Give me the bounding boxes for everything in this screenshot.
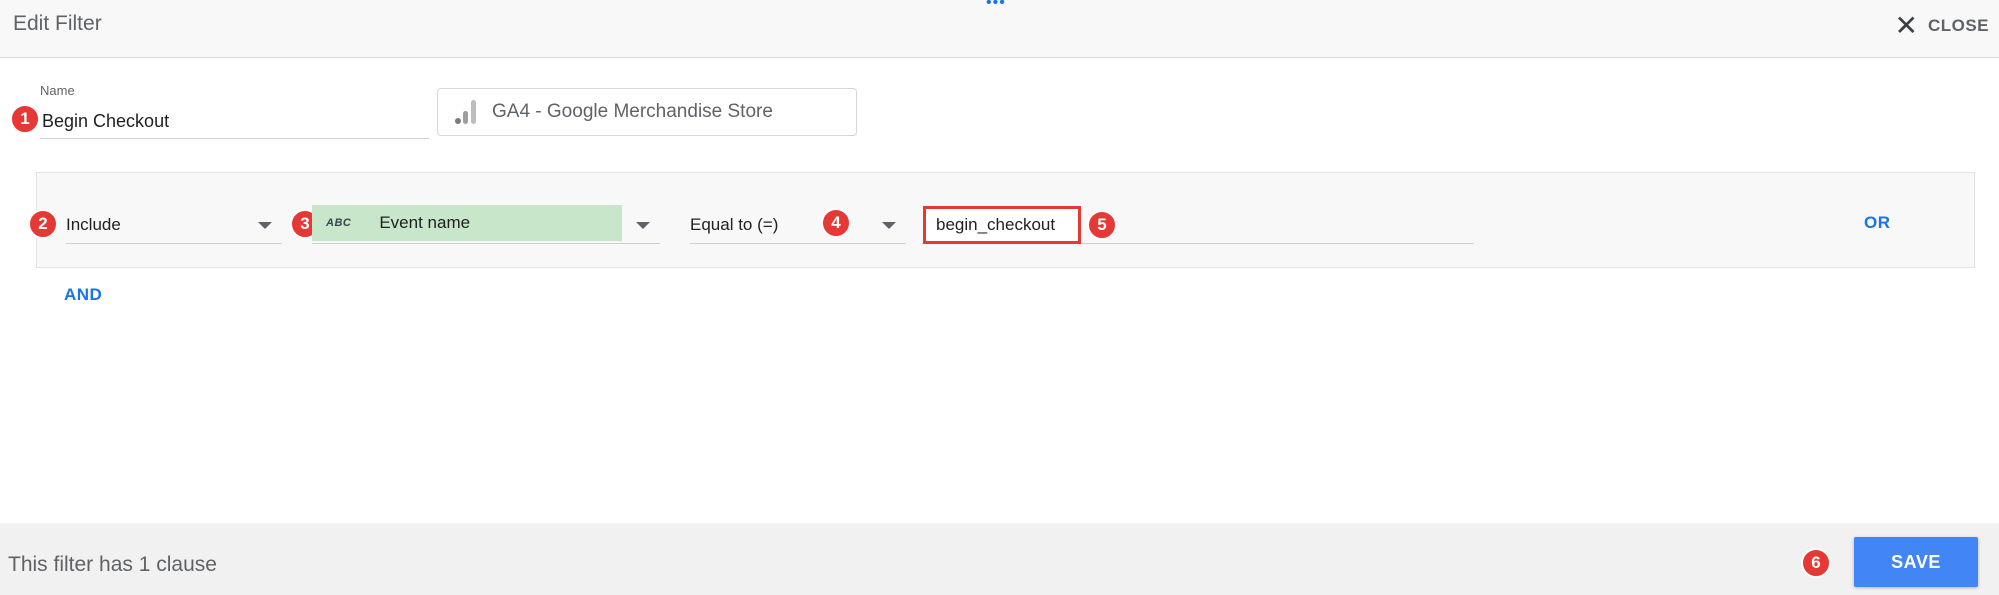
chevron-down-icon bbox=[882, 222, 896, 229]
field-chip[interactable]: ABC Event name bbox=[312, 205, 622, 241]
operator-value: Equal to (=) bbox=[690, 214, 779, 234]
chevron-down-icon bbox=[636, 222, 650, 229]
data-source-selector[interactable]: GA4 - Google Merchandise Store bbox=[437, 88, 857, 136]
annotation-badge-1: 1 bbox=[10, 104, 40, 134]
dialog-header: Edit Filter ••• ✕ CLOSE bbox=[0, 0, 1999, 58]
include-exclude-value: Include bbox=[66, 214, 121, 234]
include-exclude-select[interactable]: Include bbox=[66, 206, 282, 244]
field-value: Event name bbox=[379, 213, 471, 232]
annotation-badge-6: 6 bbox=[1801, 548, 1831, 578]
chevron-down-icon bbox=[258, 222, 272, 229]
value-field-underline bbox=[922, 206, 1474, 244]
annotation-badge-2: 2 bbox=[28, 209, 58, 239]
operator-select[interactable]: Equal to (=) bbox=[690, 206, 906, 244]
drag-handle-icon[interactable]: ••• bbox=[986, 0, 1006, 12]
clause-summary: This filter has 1 clause bbox=[8, 553, 217, 576]
filter-value-input[interactable] bbox=[923, 206, 1081, 244]
filter-name-input[interactable] bbox=[40, 104, 429, 139]
close-label: CLOSE bbox=[1927, 16, 1989, 35]
dialog-title: Edit Filter bbox=[13, 12, 102, 35]
name-field-label: Name bbox=[40, 83, 75, 98]
data-source-label: GA4 - Google Merchandise Store bbox=[492, 101, 773, 122]
analytics-icon bbox=[455, 100, 476, 124]
annotation-badge-5: 5 bbox=[1087, 210, 1117, 240]
or-button[interactable]: OR bbox=[1864, 213, 1891, 233]
save-button[interactable]: SAVE bbox=[1854, 537, 1978, 587]
close-button[interactable]: ✕ CLOSE bbox=[1894, 11, 1989, 41]
text-dimension-icon: ABC bbox=[326, 217, 352, 229]
annotation-badge-4: 4 bbox=[821, 208, 851, 238]
and-button[interactable]: AND bbox=[64, 285, 102, 305]
dialog-footer: This filter has 1 clause bbox=[0, 523, 1999, 595]
close-icon: ✕ bbox=[1894, 10, 1918, 41]
